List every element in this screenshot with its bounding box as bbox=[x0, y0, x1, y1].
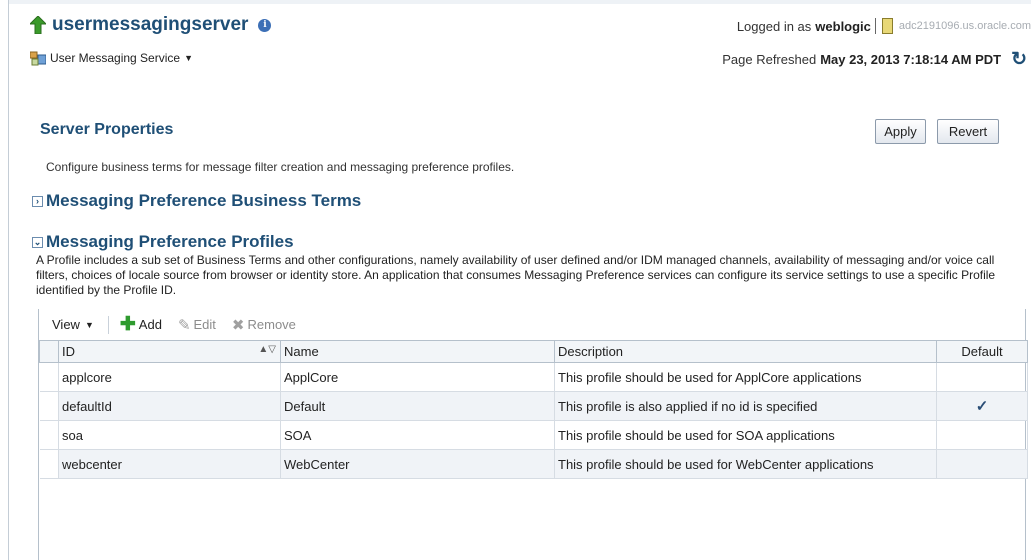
login-info: Logged in as weblogic adc2191096.us.orac… bbox=[737, 18, 1031, 34]
refresh-icon[interactable]: ↻ bbox=[1011, 48, 1027, 71]
sort-icon[interactable]: ▲▽ bbox=[258, 344, 276, 355]
cell-default bbox=[936, 362, 1028, 392]
info-icon[interactable]: i bbox=[258, 18, 272, 32]
plus-icon: ✚ bbox=[119, 314, 136, 335]
view-label: View bbox=[52, 317, 80, 332]
table-row[interactable]: defaultId Default This profile is also a… bbox=[39, 391, 1028, 421]
edit-button[interactable]: ✎ Edit bbox=[178, 316, 216, 334]
target-menu[interactable]: User Messaging Service ▼ bbox=[30, 50, 193, 66]
expand-icon: › bbox=[32, 195, 43, 207]
up-arrow-icon bbox=[30, 16, 46, 34]
view-menu[interactable]: View ▼ bbox=[52, 317, 94, 332]
chevron-down-icon: ▼ bbox=[84, 319, 94, 330]
cell-description: This profile is also applied if no id is… bbox=[554, 391, 937, 421]
target-menu-label: User Messaging Service bbox=[50, 51, 181, 65]
target-title[interactable]: usermessagingserver bbox=[52, 14, 248, 36]
add-label: Add bbox=[138, 317, 162, 332]
profiles-table: ID ▲▽ Name Description Default applcore … bbox=[39, 340, 1028, 479]
target-header: usermessagingserver i bbox=[30, 14, 272, 36]
cell-id: soa bbox=[58, 420, 281, 450]
remove-button[interactable]: ✖ Remove bbox=[232, 316, 296, 334]
row-header-cell[interactable] bbox=[39, 362, 59, 392]
cell-name: SOA bbox=[280, 420, 555, 450]
table-header-row: ID ▲▽ Name Description Default bbox=[39, 340, 1028, 363]
business-terms-disclosure[interactable]: › Messaging Preference Business Terms bbox=[32, 191, 361, 211]
profiles-table-region: View ▼ ✚ Add ✎ Edit ✖ Remove ID ▲▽ Name … bbox=[38, 309, 1028, 560]
host-icon bbox=[881, 18, 893, 34]
page-description: Configure business terms for message fil… bbox=[46, 160, 515, 174]
revert-button[interactable]: Revert bbox=[937, 119, 999, 144]
column-header-default[interactable]: Default bbox=[936, 340, 1028, 363]
toolbar-separator bbox=[107, 315, 109, 334]
add-button[interactable]: ✚ Add bbox=[120, 315, 162, 334]
chevron-down-icon: ▼ bbox=[184, 53, 193, 63]
row-header-cell[interactable] bbox=[39, 420, 59, 450]
pencil-icon: ✎ bbox=[177, 316, 191, 334]
page-title: Server Properties bbox=[40, 121, 174, 138]
column-header-description[interactable]: Description bbox=[554, 340, 937, 363]
cell-id: applcore bbox=[58, 362, 281, 392]
cell-default: ✓ bbox=[936, 391, 1028, 421]
row-header-cell[interactable] bbox=[39, 449, 59, 479]
cell-id: webcenter bbox=[58, 449, 281, 479]
separator bbox=[874, 18, 876, 34]
table-row[interactable]: webcenter WebCenter This profile should … bbox=[39, 449, 1028, 479]
business-terms-title: Messaging Preference Business Terms bbox=[46, 191, 362, 210]
profiles-title: Messaging Preference Profiles bbox=[46, 232, 294, 251]
edit-label: Edit bbox=[193, 317, 216, 332]
cell-name: WebCenter bbox=[280, 449, 555, 479]
cell-default bbox=[936, 449, 1028, 479]
column-header-name[interactable]: Name bbox=[280, 340, 555, 363]
page-refresh-info: Page Refreshed May 23, 2013 7:18:14 AM P… bbox=[722, 48, 1027, 71]
frame-left-edge bbox=[8, 0, 9, 560]
table-toolbar: View ▼ ✚ Add ✎ Edit ✖ Remove bbox=[39, 309, 1025, 340]
host-name: adc2191096.us.oracle.com bbox=[898, 20, 1031, 32]
cell-description: This profile should be used for SOA appl… bbox=[554, 420, 937, 450]
remove-label: Remove bbox=[247, 317, 296, 332]
cell-description: This profile should be used for ApplCore… bbox=[554, 362, 937, 392]
row-header-cell[interactable] bbox=[39, 391, 59, 421]
cell-default bbox=[936, 420, 1028, 450]
apply-button[interactable]: Apply bbox=[875, 119, 926, 144]
cell-description: This profile should be used for WebCente… bbox=[554, 449, 937, 479]
refresh-prefix: Page Refreshed bbox=[722, 52, 817, 67]
table-row[interactable]: soa SOA This profile should be used for … bbox=[39, 420, 1028, 450]
logged-in-user[interactable]: weblogic bbox=[815, 19, 871, 34]
cell-id: defaultId bbox=[58, 391, 281, 421]
row-header-cell bbox=[39, 340, 59, 363]
refresh-time: May 23, 2013 7:18:14 AM PDT bbox=[820, 52, 1002, 67]
check-icon: ✓ bbox=[975, 398, 989, 415]
profiles-description: A Profile includes a sub set of Business… bbox=[36, 253, 996, 297]
cell-name: ApplCore bbox=[280, 362, 555, 392]
cell-name: Default bbox=[280, 391, 555, 421]
frame-top bbox=[8, 0, 1031, 4]
profiles-disclosure[interactable]: ⌄ Messaging Preference Profiles bbox=[32, 232, 294, 252]
table-row[interactable]: applcore ApplCore This profile should be… bbox=[39, 362, 1028, 392]
column-header-id[interactable]: ID ▲▽ bbox=[58, 340, 281, 363]
x-icon: ✖ bbox=[231, 316, 245, 334]
collapse-icon: ⌄ bbox=[32, 236, 43, 248]
logged-in-prefix: Logged in as bbox=[736, 18, 812, 34]
app-icon bbox=[30, 51, 46, 66]
